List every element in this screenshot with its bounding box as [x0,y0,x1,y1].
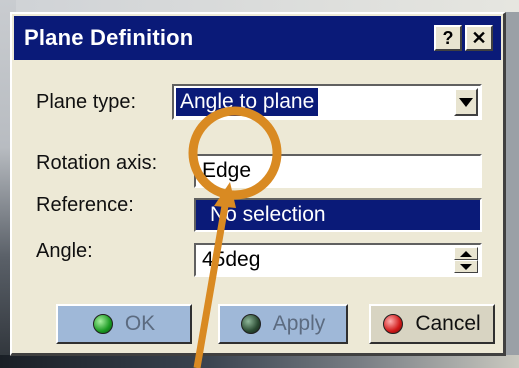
angle-spinner [454,247,478,273]
angle-field[interactable]: 45deg [194,243,482,277]
rotation-axis-value: Edge [202,159,252,182]
arrow-down-icon [460,263,472,270]
help-button[interactable]: ? [434,25,462,51]
red-dot-icon [383,314,404,334]
rotation-axis-field[interactable]: Edge [194,154,482,188]
chevron-down-icon [459,97,473,107]
title-bar[interactable]: Plane Definition ? ✕ [14,16,501,60]
plane-type-value: Angle to plane [176,88,319,116]
dark-dot-icon [240,314,261,334]
angle-decrement-button[interactable] [454,260,478,273]
apply-button-label: Apply [272,312,326,335]
green-dot-icon [92,314,113,334]
angle-value: 45deg [202,248,261,271]
plane-type-label: Plane type: [36,91,137,113]
dialog-title: Plane Definition [24,25,194,50]
background-top [0,0,519,12]
apply-button[interactable]: Apply [218,304,348,344]
ok-button[interactable]: OK [56,304,192,344]
angle-increment-button[interactable] [454,247,478,260]
reference-value: No selection [210,203,326,226]
plane-type-dropdown[interactable]: Angle to plane [172,84,482,120]
arrow-up-icon [460,250,472,257]
ok-button-label: OK [124,312,156,335]
angle-label: Angle: [36,240,93,262]
cancel-button[interactable]: Cancel [369,304,495,344]
plane-definition-dialog: Plane Definition ? ✕ Plane type: Angle t… [10,12,506,356]
dropdown-arrow-button[interactable] [454,88,478,116]
rotation-axis-label: Rotation axis: [36,152,158,174]
cancel-button-label: Cancel [415,312,481,335]
background-bottom [0,355,519,368]
reference-field[interactable]: No selection [194,198,482,232]
reference-label: Reference: [36,194,134,216]
close-icon: ✕ [471,27,487,48]
close-button[interactable]: ✕ [465,25,493,51]
